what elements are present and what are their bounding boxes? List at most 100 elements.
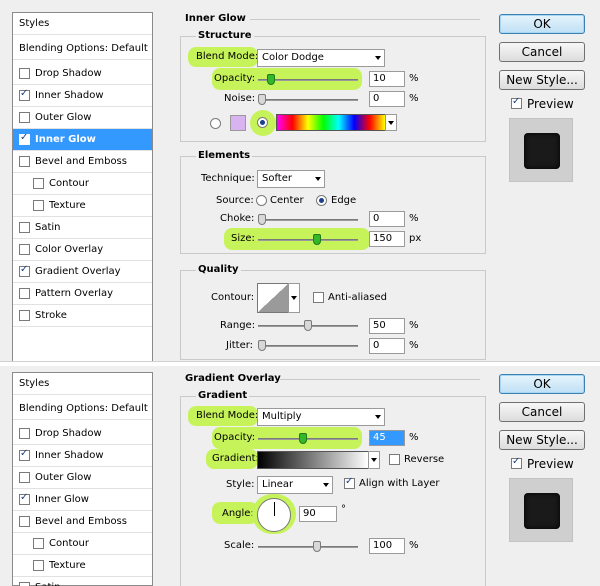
jitter-slider-thumb[interactable] [258,340,266,351]
style-item-bevel-and-emboss[interactable]: Bevel and Emboss [13,511,152,533]
choke-slider[interactable] [258,214,358,225]
scale-slider[interactable] [258,541,358,552]
style-item-color-overlay[interactable]: Color Overlay [13,239,152,261]
source-edge-radio[interactable] [316,195,327,206]
technique-select[interactable]: Softer [257,170,325,188]
style-item-checkbox[interactable] [19,472,30,483]
new-style-button[interactable]: New Style... [499,430,585,450]
style-item-checkbox[interactable] [19,288,30,299]
style-item-checkbox[interactable] [19,156,30,167]
choke-slider-thumb[interactable] [258,214,266,225]
cancel-button[interactable]: Cancel [499,42,585,62]
style-item-checkbox[interactable] [19,244,30,255]
style-item-checkbox[interactable] [19,68,30,79]
angle-input[interactable]: 90 [299,506,337,522]
glow-gradient-swatch[interactable] [276,114,386,131]
blending-options-item[interactable]: Blending Options: Default [13,398,152,420]
range-slider-thumb[interactable] [304,320,312,331]
source-center-radio[interactable] [256,195,267,206]
style-item-checkbox[interactable] [19,264,30,277]
style-item-checkbox[interactable] [19,516,30,527]
opacity-input[interactable]: 10 [369,71,405,87]
align-with-layer-checkbox[interactable] [344,476,355,489]
choke-input[interactable]: 0 [369,211,405,227]
style-item-checkbox[interactable] [19,112,30,123]
style-item-texture[interactable]: Texture [13,195,152,217]
opacity-input[interactable]: 45 [369,430,405,446]
gradient-radio[interactable] [257,117,268,128]
structure-title: Structure [196,30,254,41]
style-item-drop-shadow[interactable]: Drop Shadow [13,63,152,85]
style-item-satin[interactable]: Satin [13,577,152,586]
blending-options-item[interactable]: Blending Options: Default [13,38,152,60]
glow-color-swatch[interactable] [230,115,246,131]
jitter-slider[interactable] [258,340,358,351]
reverse-checkbox[interactable] [389,454,400,465]
ok-button[interactable]: OK [499,374,585,394]
blend-mode-select[interactable]: Multiply [257,408,385,426]
scale-slider-thumb[interactable] [313,541,322,552]
blend-mode-select[interactable]: Color Dodge [257,49,385,67]
solid-color-radio[interactable] [210,118,221,129]
gradient-dropdown[interactable] [385,114,397,131]
style-item-checkbox[interactable] [19,310,30,321]
gradient-swatch[interactable] [257,451,369,469]
contour-dropdown[interactable] [288,283,300,313]
new-style-button[interactable]: New Style... [499,70,585,90]
style-item-inner-glow[interactable]: Inner Glow [13,129,152,151]
style-item-inner-glow[interactable]: Inner Glow [13,489,152,511]
noise-slider-thumb[interactable] [258,94,266,105]
style-item-drop-shadow[interactable]: Drop Shadow [13,423,152,445]
style-select[interactable]: Linear [257,476,333,494]
style-item-checkbox[interactable] [19,222,30,233]
jitter-input[interactable]: 0 [369,338,405,354]
preview-checkbox[interactable] [511,456,522,469]
styles-header[interactable]: Styles [13,373,152,395]
range-slider[interactable] [258,320,358,331]
opacity-slider[interactable] [258,433,358,444]
style-item-checkbox[interactable] [19,428,30,439]
scale-input[interactable]: 100 [369,538,405,554]
contour-preview[interactable] [257,283,289,313]
style-item-label: Stroke [35,310,67,321]
style-item-contour[interactable]: Contour [13,533,152,555]
style-item-checkbox[interactable] [33,538,44,549]
noise-slider[interactable] [258,94,358,105]
style-item-outer-glow[interactable]: Outer Glow [13,107,152,129]
elements-title: Elements [196,150,253,161]
size-slider-thumb[interactable] [313,234,322,245]
preview-checkbox[interactable] [511,96,522,109]
size-slider[interactable] [258,234,358,245]
style-item-inner-shadow[interactable]: Inner Shadow [13,85,152,107]
style-item-checkbox[interactable] [19,582,30,586]
opacity-slider-thumb[interactable] [267,74,276,85]
style-item-gradient-overlay[interactable]: Gradient Overlay [13,261,152,283]
style-item-checkbox[interactable] [19,448,30,461]
style-item-outer-glow[interactable]: Outer Glow [13,467,152,489]
gradient-dropdown[interactable] [368,451,380,469]
cancel-button[interactable]: Cancel [499,402,585,422]
style-item-checkbox[interactable] [33,200,44,211]
angle-dial[interactable] [257,498,291,532]
style-item-checkbox[interactable] [19,88,30,101]
size-input[interactable]: 150 [369,231,405,247]
style-item-checkbox[interactable] [19,492,30,505]
style-item-satin[interactable]: Satin [13,217,152,239]
style-item-inner-shadow[interactable]: Inner Shadow [13,445,152,467]
ok-button[interactable]: OK [499,14,585,34]
style-item-label: Color Overlay [35,244,104,255]
opacity-slider[interactable] [258,74,358,85]
style-item-pattern-overlay[interactable]: Pattern Overlay [13,283,152,305]
noise-input[interactable]: 0 [369,91,405,107]
style-item-bevel-and-emboss[interactable]: Bevel and Emboss [13,151,152,173]
style-item-contour[interactable]: Contour [13,173,152,195]
style-item-checkbox[interactable] [33,560,44,571]
antialiased-checkbox[interactable] [313,292,324,303]
style-item-checkbox[interactable] [19,132,30,145]
styles-header[interactable]: Styles [13,13,152,35]
range-input[interactable]: 50 [369,318,405,334]
style-item-texture[interactable]: Texture [13,555,152,577]
opacity-slider-thumb[interactable] [299,433,308,444]
style-item-checkbox[interactable] [33,178,44,189]
style-item-stroke[interactable]: Stroke [13,305,152,327]
